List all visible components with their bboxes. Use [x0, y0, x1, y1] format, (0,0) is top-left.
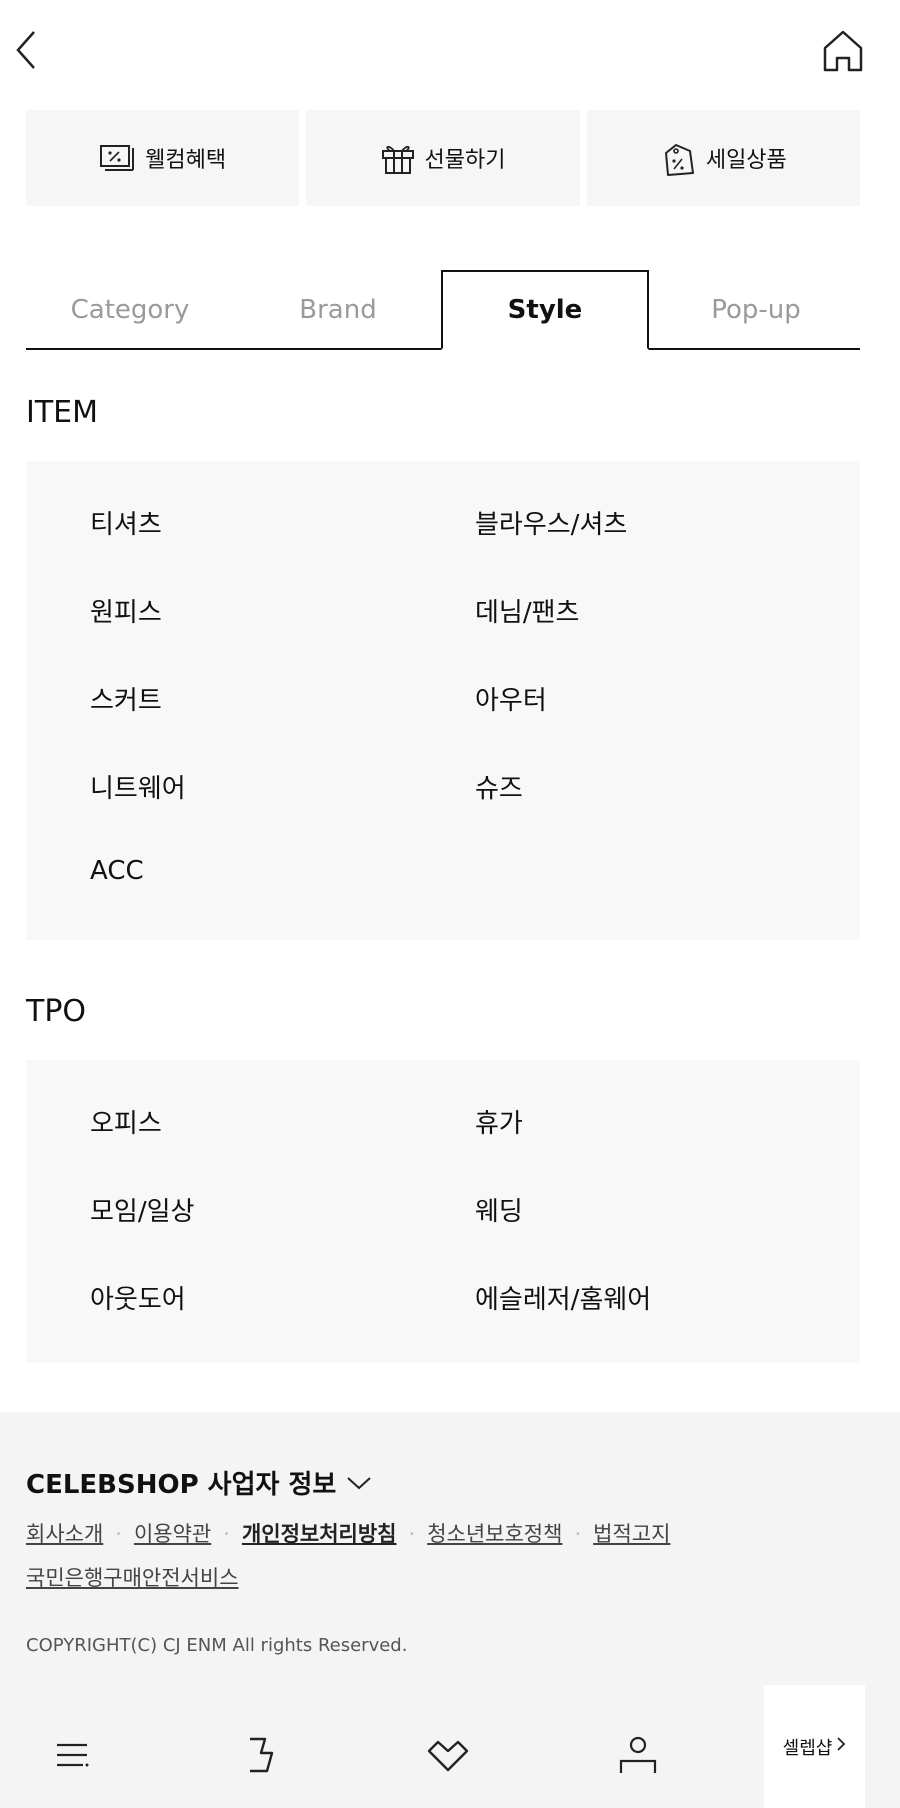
- separator-dot: ·: [115, 1522, 122, 1546]
- item-link[interactable]: 스커트: [90, 680, 162, 717]
- celebshop-button[interactable]: 셀렙샵: [764, 1685, 865, 1808]
- item-link[interactable]: 티셔츠: [90, 504, 162, 541]
- welcome-benefit-label: 웰컴혜택: [145, 148, 227, 173]
- separator-dot: ·: [408, 1522, 416, 1546]
- sale-products-label: 세일상품: [705, 148, 787, 173]
- gift-icon: [381, 141, 415, 175]
- welcome-benefit-button[interactable]: 웰컴혜택: [26, 110, 300, 206]
- sale-products-button[interactable]: 세일상품: [586, 110, 860, 206]
- welcome-coupon-icon: [99, 143, 135, 173]
- top-bar: [0, 0, 900, 100]
- tpo-link[interactable]: 휴가: [475, 1103, 523, 1140]
- tpo-link[interactable]: 오피스: [90, 1103, 162, 1140]
- separator-dot: ·: [223, 1522, 230, 1546]
- privacy-policy-link[interactable]: 개인정보처리방침: [242, 1522, 397, 1546]
- tpo-link[interactable]: 모임/일상: [90, 1191, 194, 1228]
- tpo-panel: 오피스 휴가 모임/일상 웨딩 아웃도어 에슬레저/홈웨어: [26, 1060, 860, 1363]
- back-icon[interactable]: [12, 26, 52, 74]
- business-info-toggle[interactable]: CELEBSHOP 사업자 정보: [26, 1464, 372, 1501]
- item-link[interactable]: 데님/팬츠: [475, 592, 579, 629]
- tpo-section-title: TPO: [26, 994, 87, 1029]
- item-link[interactable]: 블라우스/셔츠: [475, 504, 627, 541]
- item-panel: 티셔츠 블라우스/셔츠 원피스 데님/팬츠 스커트 아우터 니트웨어 슈즈 AC…: [26, 461, 860, 940]
- wishlist-icon[interactable]: [418, 1725, 478, 1785]
- celebshop-label: 셀렙샵: [782, 1737, 833, 1759]
- item-link[interactable]: 니트웨어: [90, 768, 186, 805]
- home-icon[interactable]: [820, 28, 866, 74]
- bottom-nav: 셀렙샵: [0, 1685, 900, 1808]
- business-info-label: CELEBSHOP 사업자 정보: [26, 1470, 337, 1500]
- item-link[interactable]: 슈즈: [475, 768, 523, 805]
- copyright-text: COPYRIGHT(C) CJ ENM All rights Reserved.: [26, 1635, 408, 1656]
- tpo-link[interactable]: 웨딩: [475, 1191, 523, 1228]
- tab-style[interactable]: Style: [441, 270, 649, 350]
- item-link[interactable]: 아우터: [475, 680, 547, 717]
- separator-dot: ·: [574, 1522, 582, 1546]
- item-section-title: ITEM: [26, 395, 99, 430]
- tab-category[interactable]: Category: [26, 270, 234, 350]
- legal-notice-link[interactable]: 법적고지: [593, 1522, 670, 1546]
- company-intro-link[interactable]: 회사소개: [26, 1522, 103, 1546]
- footer-links: 회사소개 · 이용약관 · 개인정보처리방침 · 청소년보호정책 · 법적고지 국민은행구매안전…: [26, 1512, 846, 1600]
- terms-link[interactable]: 이용약관: [134, 1522, 211, 1546]
- item-link[interactable]: ACC: [90, 856, 144, 886]
- gift-label: 선물하기: [424, 148, 506, 173]
- gift-button[interactable]: 선물하기: [306, 110, 580, 206]
- brand-icon[interactable]: [231, 1725, 291, 1785]
- chevron-down-icon: [346, 1468, 372, 1498]
- escrow-service-link[interactable]: 국민은행구매안전서비스: [26, 1566, 239, 1590]
- tpo-link[interactable]: 아웃도어: [90, 1279, 186, 1316]
- tab-popup[interactable]: Pop-up: [652, 270, 860, 350]
- category-tabs: Category Brand Style Pop-up: [26, 270, 860, 350]
- chevron-right-icon: [836, 1736, 846, 1757]
- tpo-link[interactable]: 에슬레저/홈웨어: [475, 1279, 651, 1316]
- menu-icon[interactable]: [42, 1725, 102, 1785]
- tab-brand[interactable]: Brand: [234, 270, 442, 350]
- youth-protection-link[interactable]: 청소년보호정책: [427, 1522, 562, 1546]
- quick-links: 웰컴혜택 선물하기 세일상품: [26, 110, 860, 206]
- mypage-icon[interactable]: [608, 1725, 668, 1785]
- sale-tag-icon: [660, 139, 696, 177]
- item-link[interactable]: 원피스: [90, 592, 162, 629]
